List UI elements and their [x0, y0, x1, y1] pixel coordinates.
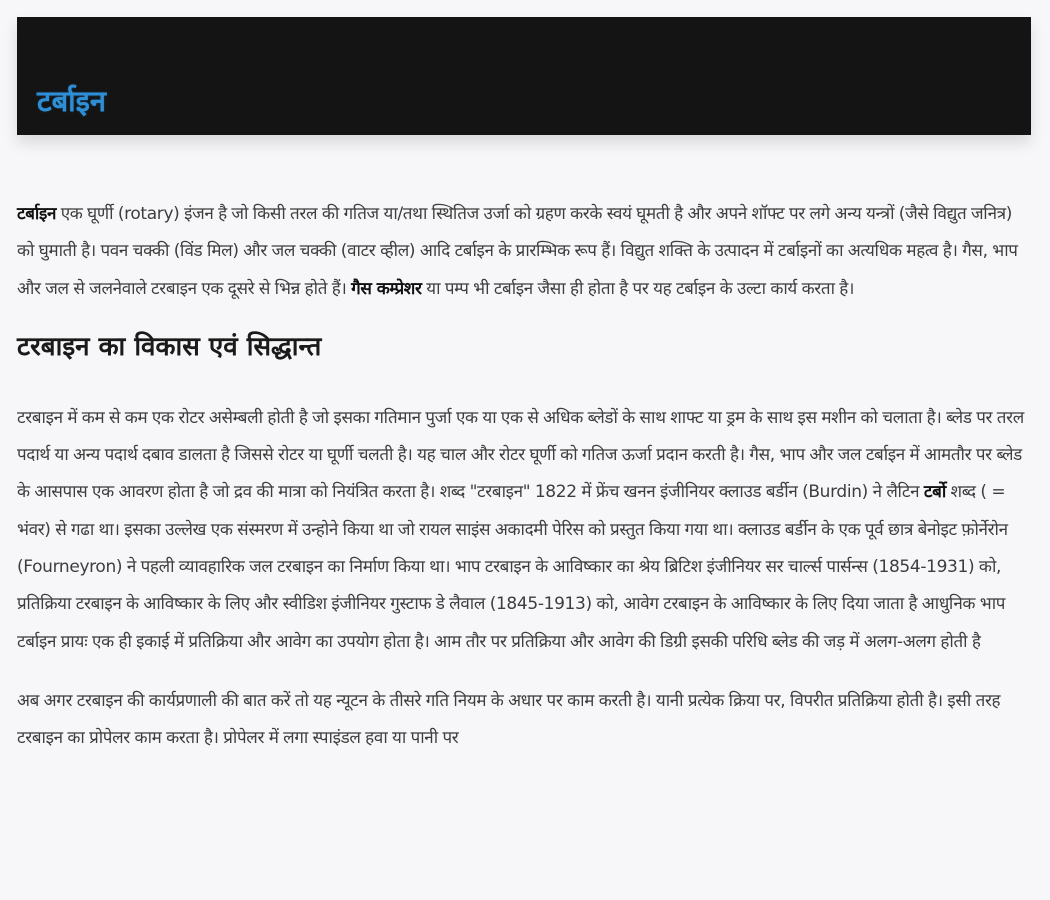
- intro-bold-term-2: गैस कम्प्रेशर: [351, 278, 422, 299]
- vikas-paragraph: टरबाइन में कम से कम एक रोटर असेम्बली होत…: [17, 400, 1033, 661]
- page-title: टर्बाइन: [37, 84, 107, 118]
- intro-bold-term: टर्बाइन: [17, 204, 57, 224]
- vikas-bold-term: टर्बो: [923, 482, 946, 503]
- vikas-text-1: टरबाइन में कम से कम एक रोटर असेम्बली होत…: [17, 407, 1024, 503]
- vikas-text-2: शब्द ( = भंवर) से गढा था। इसका उल्लेख एक…: [17, 482, 1008, 652]
- intro-paragraph: टर्बाइन एक घूर्णी (rotary) इंजन है जो कि…: [17, 196, 1033, 308]
- page-header: टर्बाइन: [17, 17, 1031, 135]
- intro-text-2: या पम्प भी टर्बाइन जैसा ही होता है पर यह…: [421, 278, 855, 299]
- section-heading-vikas: टरबाइन का विकास एवं सिद्धान्त: [17, 331, 322, 362]
- article-body: टर्बाइन एक घूर्णी (rotary) इंजन है जो कि…: [17, 196, 1033, 758]
- working-paragraph: अब अगर टरबाइन की कार्यप्रणाली की बात करे…: [17, 690, 1001, 749]
